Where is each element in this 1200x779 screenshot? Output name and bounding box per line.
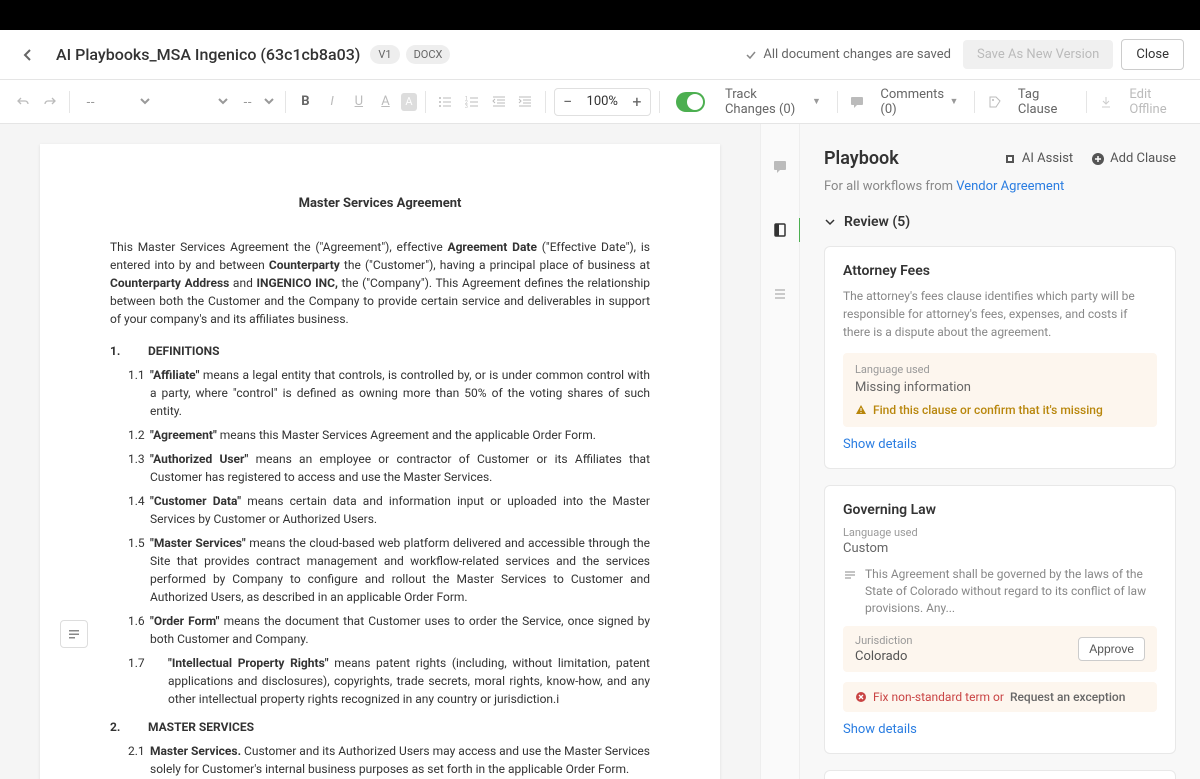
italic-icon[interactable]: I [321, 88, 344, 116]
section-2-header: 2. MASTER SERVICES [110, 718, 650, 736]
show-details-link[interactable]: Show details [843, 437, 1157, 452]
track-changes-toggle[interactable] [676, 92, 705, 112]
document-area[interactable]: Master Services Agreement This Master Se… [0, 124, 760, 779]
undo-icon[interactable] [12, 88, 35, 116]
header-bar: AI Playbooks_MSA Ingenico (63c1cb8a03) V… [0, 30, 1200, 80]
playbook-subtitle: For all workflows from Vendor Agreement [824, 179, 1176, 194]
approve-button[interactable]: Approve [1078, 637, 1145, 661]
number-list-icon[interactable]: 123 [461, 88, 484, 116]
track-changes-label[interactable]: Track Changes (0)▼ [717, 87, 829, 117]
playbook-title: Playbook [824, 148, 899, 169]
comment-icon[interactable] [846, 88, 869, 116]
style-select[interactable]: -- [78, 89, 152, 114]
section-1-header: 1. DEFINITIONS [110, 342, 650, 360]
playbook-sidebar: Playbook AI Assist Add Clause For all wo… [800, 124, 1200, 779]
review-section-toggle[interactable]: Review (5) [824, 214, 1176, 230]
bullet-list-icon[interactable] [434, 88, 457, 116]
download-icon [1095, 88, 1118, 116]
tag-icon[interactable] [983, 88, 1006, 116]
rail-playbook-icon[interactable] [762, 218, 802, 242]
edit-offline-label: Edit Offline [1121, 87, 1188, 117]
quote-row: This Agreement shall be governed by the … [843, 566, 1157, 616]
definition-row: 1.7"Intellectual Property Rights" means … [110, 654, 650, 708]
show-details-link[interactable]: Show details [843, 722, 1157, 737]
size-select[interactable]: -- [235, 89, 277, 114]
document-page: Master Services Agreement This Master Se… [40, 144, 720, 779]
filetype-badge: DOCX [406, 45, 451, 64]
highlight-icon[interactable]: A [401, 93, 417, 111]
back-button[interactable] [16, 43, 40, 67]
definition-row: 1.5"Master Services" means the cloud-bas… [110, 534, 650, 606]
saved-text: All document changes are saved [763, 47, 951, 62]
version-badge: V1 [370, 45, 399, 64]
definition-row: 1.3"Authorized User" means an employee o… [110, 450, 650, 486]
svg-text:3: 3 [465, 104, 468, 109]
rail-outline-icon[interactable] [768, 282, 792, 306]
quote-icon [843, 568, 857, 582]
toolbar: -- -- B I U A A 123 − 100% + Track Chang… [0, 80, 1200, 124]
outline-toggle-button[interactable] [60, 620, 88, 648]
language-block: Language used Missing information Find t… [843, 353, 1157, 427]
ai-assist-button[interactable]: AI Assist [1003, 151, 1073, 166]
save-new-version-button: Save As New Version [963, 40, 1113, 69]
definition-row: 1.6"Order Form" means the document that … [110, 612, 650, 648]
definition-row: 1.4"Customer Data" means certain data an… [110, 492, 650, 528]
font-color-icon[interactable]: A [374, 88, 397, 116]
review-card-attorney-fees[interactable]: Attorney Fees The attorney's fees clause… [824, 246, 1176, 469]
zoom-value: 100% [581, 94, 624, 109]
bold-icon[interactable]: B [294, 88, 317, 116]
outdent-icon[interactable] [487, 88, 510, 116]
review-card-indemnification[interactable]: Indemnification Language used Custom App… [824, 770, 1176, 779]
saved-indicator: All document changes are saved [745, 47, 951, 62]
font-select[interactable] [157, 89, 231, 114]
section-row: 2.1Master Services. Customer and its Aut… [110, 742, 650, 778]
add-clause-button[interactable]: Add Clause [1091, 151, 1176, 166]
zoom-in-button[interactable]: + [624, 89, 650, 115]
underline-icon[interactable]: U [347, 88, 370, 116]
error-icon [855, 691, 867, 703]
vendor-agreement-link[interactable]: Vendor Agreement [956, 179, 1064, 194]
rail-comment-icon[interactable] [768, 154, 792, 178]
zoom-out-button[interactable]: − [555, 89, 581, 115]
doc-heading: Master Services Agreement [110, 194, 650, 214]
fix-row[interactable]: Fix non-standard term or Request an exce… [843, 682, 1157, 712]
card-description: The attorney's fees clause identifies wh… [843, 287, 1157, 341]
definition-row: 1.1"Affiliate" means a legal entity that… [110, 366, 650, 420]
document-title: AI Playbooks_MSA Ingenico (63c1cb8a03) [56, 45, 360, 64]
close-button[interactable]: Close [1121, 39, 1184, 70]
intro-paragraph: This Master Services Agreement the ("Agr… [110, 238, 650, 328]
comments-label[interactable]: Comments (0)▼ [872, 87, 966, 117]
warning-row[interactable]: Find this clause or confirm that it's mi… [855, 403, 1145, 417]
indent-icon[interactable] [514, 88, 537, 116]
definition-row: 1.2"Agreement" means this Master Service… [110, 426, 650, 444]
warning-icon [855, 404, 867, 416]
doc-rail [760, 124, 800, 779]
card-title: Attorney Fees [843, 263, 1157, 279]
zoom-control: − 100% + [554, 88, 651, 116]
top-black-bar [0, 0, 1200, 30]
redo-icon[interactable] [39, 88, 62, 116]
jurisdiction-row: Jurisdiction Colorado Approve [843, 626, 1157, 672]
review-card-governing-law[interactable]: Governing Law Language used Custom This … [824, 485, 1176, 754]
tag-clause-label[interactable]: Tag Clause [1010, 87, 1078, 117]
card-title: Governing Law [843, 502, 1157, 518]
